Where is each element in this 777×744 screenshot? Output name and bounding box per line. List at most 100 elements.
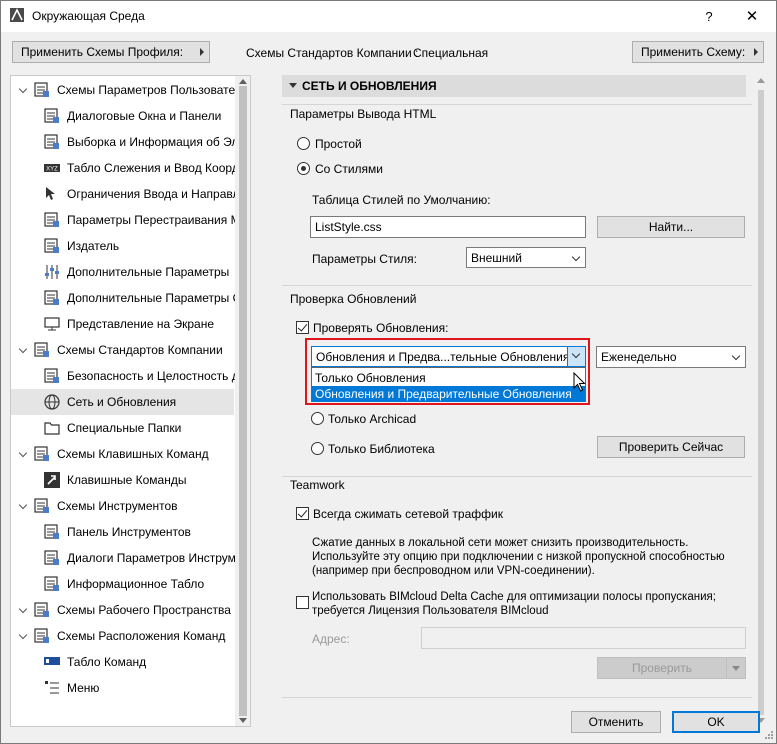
mouse-pointer-icon <box>573 372 586 392</box>
tree-group-item[interactable]: Схемы Параметров Пользователя <box>11 77 248 103</box>
tools-scheme-icon <box>33 497 51 515</box>
expand-chevron-icon[interactable] <box>19 605 29 615</box>
tree-item[interactable]: Сеть и Обновления <box>11 389 234 415</box>
right-scrollbar-thumb[interactable] <box>758 90 764 715</box>
apply-scheme-button[interactable]: Применить Схему: <box>632 41 764 63</box>
radio-archicad-only[interactable] <box>311 412 324 425</box>
radio-simple[interactable] <box>297 137 310 150</box>
xyz-icon: XYZ <box>43 159 61 177</box>
verify-button[interactable]: Проверить <box>597 657 727 679</box>
tree-item[interactable]: Табло Команд <box>11 649 234 675</box>
group-divider <box>282 697 752 698</box>
tree-group-item[interactable]: Схемы Рабочего Пространства <box>11 597 234 623</box>
compress-note-line: Используйте эту опцию при подключении с … <box>312 551 725 563</box>
tree-item-label: Схемы Инструментов <box>57 499 178 513</box>
command-board-icon <box>43 653 61 671</box>
tree-item[interactable]: Клавишные Команды <box>11 467 234 493</box>
expand-chevron-icon[interactable] <box>19 345 29 355</box>
command-layout-icon <box>33 627 51 645</box>
company-icon <box>33 341 51 359</box>
style-params-label: Параметры Стиля: <box>312 252 417 266</box>
style-params-select[interactable]: Внешний <box>466 247 586 268</box>
check-updates-checkbox[interactable] <box>296 321 309 334</box>
close-button[interactable]: ✕ <box>732 6 772 28</box>
expand-chevron-icon[interactable] <box>19 631 29 641</box>
delta-cache-checkbox[interactable] <box>296 596 309 609</box>
radio-archicad-only-label: Только Archicad <box>328 412 417 426</box>
scroll-up-icon[interactable] <box>239 79 247 84</box>
highlight-frame <box>305 338 590 405</box>
tree-item-label: Схемы Расположения Команд <box>57 629 226 643</box>
tree-item-label: Схемы Рабочего Пространства <box>57 603 231 617</box>
cursor-icon <box>43 185 61 203</box>
tree-group-item[interactable]: Схемы Инструментов <box>11 493 234 519</box>
address-input[interactable] <box>421 627 746 649</box>
stylesheet-input[interactable]: ListStyle.css <box>310 216 586 238</box>
tree-item[interactable]: Выборка и Информация об Эле <box>11 129 245 155</box>
expand-chevron-icon[interactable] <box>19 85 29 95</box>
tree-item[interactable]: Диалоговые Окна и Панели <box>11 103 234 129</box>
section-header[interactable]: СЕТЬ И ОБНОВЛЕНИЯ <box>282 75 746 97</box>
tree-item[interactable]: Дополнительные Параметры О <box>11 285 242 311</box>
tree-item[interactable]: XYZ Табло Слежения и Ввод Коорди <box>11 155 245 181</box>
compress-traffic-checkbox[interactable] <box>296 507 309 520</box>
home-settings-icon <box>43 289 61 307</box>
scroll-down-icon[interactable] <box>239 718 247 723</box>
check-now-button[interactable]: Проверить Сейчас <box>597 436 745 458</box>
stylesheet-label: Таблица Стилей по Умолчанию: <box>312 193 491 207</box>
tree-item[interactable]: Ограничения Ввода и Направля <box>11 181 246 207</box>
tree-item-label: Схемы Стандартов Компании <box>57 343 223 357</box>
tree-item[interactable]: Издатель <box>11 233 234 259</box>
tree-item-label: Издатель <box>67 239 120 253</box>
tree-item-label: Параметры Перестраивания Мо <box>67 213 248 227</box>
expand-chevron-icon[interactable] <box>19 501 29 511</box>
verify-options-button[interactable] <box>726 657 746 679</box>
window-title: Окружающая Среда <box>32 9 145 23</box>
tree-item[interactable]: Представление на Экране <box>11 311 234 337</box>
triangle-down-icon <box>732 666 740 671</box>
sliders-icon <box>43 263 61 281</box>
tree-group-item[interactable]: Схемы Клавишных Команд <box>11 441 234 467</box>
section-title: СЕТЬ И ОБНОВЛЕНИЯ <box>302 79 437 93</box>
monitor-icon <box>43 315 61 333</box>
tree-item-label: Табло Команд <box>67 655 147 669</box>
tree-item[interactable]: Специальные Папки <box>11 415 234 441</box>
teamwork-group-title: Teamwork <box>290 478 345 492</box>
tree-item[interactable]: Дополнительные Параметры <box>11 259 234 285</box>
tree-item-label: Клавишные Команды <box>67 473 187 487</box>
selection-icon <box>43 133 61 151</box>
help-button[interactable]: ? <box>691 6 727 28</box>
scroll-up-icon[interactable] <box>757 78 765 83</box>
tree-item-label: Специальные Папки <box>67 421 182 435</box>
cancel-button[interactable]: Отменить <box>571 711 661 733</box>
arrow-right-icon <box>754 48 758 56</box>
rebuild-icon <box>43 211 61 229</box>
menu-icon <box>43 679 61 697</box>
tree-item-label: Табло Слежения и Ввод Коорди <box>67 161 246 175</box>
tree-item[interactable]: Меню <box>11 675 234 701</box>
update-frequency-select[interactable]: Еженедельно <box>596 346 746 368</box>
tree-item-label: Сеть и Обновления <box>67 395 177 409</box>
apply-profile-schemes-button[interactable]: Применить Схемы Профиля: <box>12 41 210 63</box>
tree-item[interactable]: Параметры Перестраивания Мо <box>11 207 247 233</box>
tree-group-item[interactable]: Схемы Расположения Команд <box>11 623 234 649</box>
radio-library-only[interactable] <box>311 442 324 455</box>
tree-item[interactable]: Диалоги Параметров Инструме <box>11 545 243 571</box>
resize-grip-icon[interactable] <box>762 730 774 742</box>
tree-item[interactable]: Панель Инструментов <box>11 519 234 545</box>
radio-library-only-label: Только Библиотека <box>328 442 435 456</box>
tree-item[interactable]: Информационное Табло <box>11 571 234 597</box>
tree-item-label: Меню <box>67 681 100 695</box>
company-schemes-label: Схемы Стандартов Компании : <box>246 46 419 60</box>
radio-styles[interactable] <box>297 162 310 175</box>
expand-chevron-icon[interactable] <box>19 449 29 459</box>
find-button[interactable]: Найти... <box>597 216 745 238</box>
tree-item[interactable]: Безопасность и Целостность да <box>11 363 245 389</box>
tree-group-item[interactable]: Схемы Стандартов Компании <box>11 337 234 363</box>
tree-scrollbar-thumb[interactable] <box>239 86 247 716</box>
arrow-right-icon <box>200 48 204 56</box>
chevron-down-icon <box>731 351 741 361</box>
ok-button[interactable]: OK <box>672 711 760 733</box>
group-divider <box>282 104 752 105</box>
apply-profile-schemes-label: Применить Схемы Профиля: <box>21 45 184 59</box>
